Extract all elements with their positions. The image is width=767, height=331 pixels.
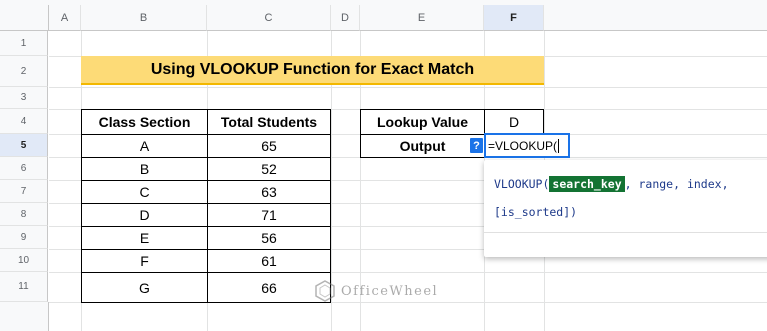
column-header-d[interactable]: D (331, 5, 360, 31)
table-cell-section[interactable]: E (81, 226, 208, 250)
table-cell-students[interactable]: 66 (207, 272, 331, 303)
column-header-a[interactable]: A (49, 5, 81, 31)
table-cell-section[interactable]: F (81, 249, 208, 273)
table-header-total-students[interactable]: Total Students (207, 109, 331, 135)
remaining-arguments: , range, index, (624, 177, 729, 191)
text-cursor (558, 138, 560, 153)
row-header-9[interactable]: 9 (0, 226, 48, 249)
table-cell-section[interactable]: C (81, 180, 208, 204)
function-signature-line1: VLOOKUP(search_key, range, index, (494, 176, 729, 192)
officewheel-logo-icon (315, 280, 335, 302)
column-header-e[interactable]: E (360, 5, 484, 31)
table-cell-students[interactable]: 71 (207, 203, 331, 227)
table-cell-section[interactable]: G (81, 272, 208, 303)
row-header-10[interactable]: 10 (0, 249, 48, 272)
output-label[interactable]: Output (360, 134, 485, 158)
row-header-filler (0, 302, 49, 331)
formula-help-popup[interactable]: VLOOKUP(search_key, range, index, [is_so… (484, 160, 767, 257)
table-cell-students[interactable]: 61 (207, 249, 331, 273)
function-signature-line2: [is_sorted]) (494, 205, 578, 219)
popup-divider (484, 232, 767, 233)
column-header-g[interactable] (544, 5, 767, 31)
officewheel-watermark: OfficeWheel (314, 279, 438, 303)
table-cell-students[interactable]: 52 (207, 157, 331, 181)
row-header-4[interactable]: 4 (0, 109, 48, 134)
table-cell-students[interactable]: 65 (207, 134, 331, 158)
sheet-title[interactable]: Using VLOOKUP Function for Exact Match (81, 56, 544, 85)
function-name: VLOOKUP( (494, 177, 550, 191)
table-cell-students[interactable]: 63 (207, 180, 331, 204)
active-argument: search_key (549, 176, 625, 192)
select-all-corner[interactable] (0, 5, 49, 31)
table-cell-section[interactable]: A (81, 134, 208, 158)
lookup-value-cell[interactable]: D (484, 109, 544, 135)
row-header-2[interactable]: 2 (0, 56, 48, 87)
column-header-b[interactable]: B (81, 5, 207, 31)
formula-text: =VLOOKUP( (488, 138, 558, 153)
table-header-class-section[interactable]: Class Section (81, 109, 208, 135)
row-header-6[interactable]: 6 (0, 157, 48, 180)
column-header-c[interactable]: C (207, 5, 331, 31)
table-cell-section[interactable]: D (81, 203, 208, 227)
row-header-3[interactable]: 3 (0, 87, 48, 109)
row-header-8[interactable]: 8 (0, 203, 48, 226)
watermark-text: OfficeWheel (341, 283, 439, 299)
row-header-11[interactable]: 11 (0, 272, 48, 302)
grid-line (49, 87, 767, 88)
row-header-5[interactable]: 5 (0, 134, 48, 157)
table-cell-section[interactable]: B (81, 157, 208, 181)
table-cell-students[interactable]: 56 (207, 226, 331, 250)
row-header-1[interactable]: 1 (0, 31, 48, 56)
lookup-value-label[interactable]: Lookup Value (360, 109, 485, 135)
formula-help-toggle[interactable]: ? (470, 138, 483, 153)
column-header-f[interactable]: F (484, 5, 544, 31)
row-header-7[interactable]: 7 (0, 180, 48, 203)
formula-cell[interactable]: =VLOOKUP( (484, 133, 570, 158)
